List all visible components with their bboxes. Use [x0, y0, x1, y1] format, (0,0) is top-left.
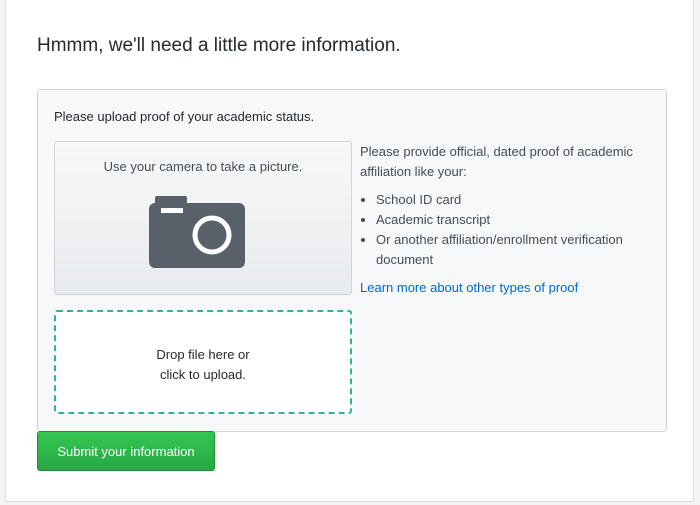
- submit-button[interactable]: Submit your information: [37, 431, 215, 471]
- dropzone-text: Drop file here or click to upload.: [56, 345, 350, 385]
- list-item: Academic transcript: [376, 210, 656, 230]
- camera-capture-button[interactable]: Use your camera to take a picture.: [54, 141, 352, 295]
- upload-panel-title: Please upload proof of your academic sta…: [54, 109, 315, 124]
- upload-panel: Please upload proof of your academic sta…: [37, 89, 667, 432]
- dropzone-line-2: click to upload.: [160, 367, 246, 382]
- proof-info-intro: Please provide official, dated proof of …: [360, 144, 633, 179]
- verification-card: Hmmm, we'll need a little more informati…: [5, 0, 694, 502]
- camera-instruction-text: Use your camera to take a picture.: [103, 159, 303, 174]
- learn-more-link[interactable]: Learn more about other types of proof: [360, 278, 578, 298]
- file-dropzone[interactable]: Drop file here or click to upload.: [54, 310, 352, 414]
- list-item: School ID card: [376, 190, 656, 210]
- dropzone-line-1: Drop file here or: [156, 347, 250, 362]
- proof-type-list: School ID card Academic transcript Or an…: [360, 190, 656, 270]
- camera-icon: [149, 196, 245, 273]
- proof-info: Please provide official, dated proof of …: [360, 142, 656, 298]
- list-item: Or another affiliation/enrollment verifi…: [376, 230, 656, 270]
- page-heading: Hmmm, we'll need a little more informati…: [37, 35, 401, 56]
